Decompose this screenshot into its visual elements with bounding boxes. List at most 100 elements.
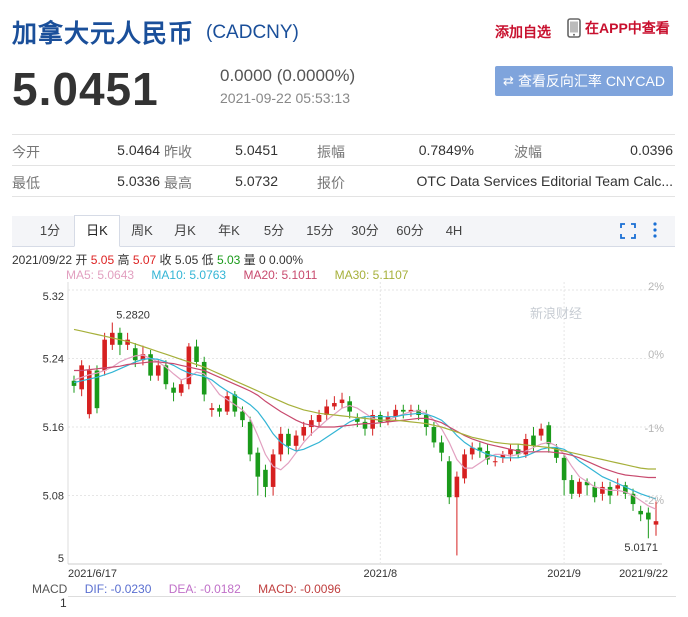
macd-dif: DIF: -0.0230 (84, 582, 152, 596)
app-view-button[interactable]: 在APP中查看 (567, 18, 670, 38)
stat-label-prev-close: 昨收 (164, 144, 192, 160)
macd-dea: DEA: -0.0182 (168, 582, 241, 596)
reverse-rate-label: 查看反向汇率 CNYCAD (517, 73, 665, 89)
candle-body (492, 461, 498, 463)
fullscreen-icon[interactable] (620, 223, 636, 243)
macd-axis-label: 1 (60, 596, 67, 610)
candle-body (171, 387, 176, 393)
max-annotation: 5.2820 (116, 310, 150, 322)
stat-value-range: 0.0396 (630, 142, 673, 158)
swap-icon: ⇄ (503, 73, 514, 88)
add-watchlist-button[interactable]: 添加自选 (495, 22, 551, 42)
candle-body (186, 346, 192, 385)
ohlc-open: 5.05 (90, 253, 115, 267)
stat-value-quote-source: OTC Data Services Editorial Team Calc... (416, 173, 674, 189)
candle-body (316, 415, 322, 422)
tab-yearly[interactable]: 年K (209, 216, 249, 246)
candle-body (301, 427, 307, 436)
tab-1min[interactable]: 1分 (30, 216, 70, 246)
ohlc-vol: 0 0.00% (259, 253, 304, 267)
candle-body (87, 370, 92, 415)
candle-body (439, 442, 444, 453)
tab-30min[interactable]: 30分 (345, 216, 385, 246)
stat-value-prev-close: 5.0451 (235, 142, 278, 158)
candle-body (653, 521, 659, 525)
tab-monthly[interactable]: 月K (165, 216, 205, 246)
candle-body (247, 421, 253, 455)
macd-value: MACD: -0.0096 (258, 582, 341, 596)
candle-body (607, 486, 613, 496)
y-tick-label: 5.16 (43, 422, 64, 434)
ohlc-high-label: 高 (117, 253, 130, 267)
ma10-label: MA10: 5.0763 (151, 268, 227, 282)
candle-body (263, 469, 268, 487)
ma20-label: MA20: 5.1011 (243, 268, 318, 282)
candle-body (538, 428, 544, 436)
candle-body (569, 480, 575, 494)
ohlc-date: 2021/09/22 (12, 253, 73, 267)
candle-body (270, 454, 276, 487)
stat-value-low: 5.0336 (117, 173, 160, 189)
candle-body (194, 346, 199, 362)
candle-body (446, 461, 452, 498)
ohlc-vol-label: 量 (243, 253, 256, 267)
stats-row: 最低 5.0336 最高 5.0732 报价 OTC Data Services… (12, 165, 675, 197)
y-tick-label: 5.24 (43, 354, 64, 366)
ohlc-low-label: 低 (201, 253, 214, 267)
candle-body (431, 427, 437, 443)
candle-body (102, 339, 107, 371)
x-tick-label: 2021/9/22 (619, 568, 668, 580)
ohlc-close-label: 收 (159, 253, 172, 267)
tab-60min[interactable]: 60分 (390, 216, 430, 246)
y-tick-label: 5 (58, 553, 64, 565)
y-tick-label: 5.32 (43, 291, 64, 303)
candle-body (332, 403, 337, 407)
candle-body (592, 486, 598, 498)
stat-label-low: 最低 (12, 175, 40, 191)
candle-body (454, 476, 460, 498)
more-options-icon[interactable] (652, 220, 658, 244)
candle-body (561, 457, 567, 481)
macd-separator (68, 596, 676, 597)
stat-label-quote-source: 报价 (317, 175, 345, 191)
candle-body (240, 411, 245, 421)
pct-tick-label: -2% (644, 495, 664, 507)
tab-5min[interactable]: 5分 (254, 216, 294, 246)
stat-label-range: 波幅 (514, 144, 542, 160)
candle-body (646, 512, 651, 520)
ohlc-info: 2021/09/22 开 5.05 高 5.07 收 5.05 低 5.03 量… (12, 251, 303, 268)
candle-body (132, 348, 138, 361)
candle-body (94, 370, 100, 409)
candle-body (378, 415, 383, 422)
price-change: 0.0000 (0.0000%) (220, 66, 356, 85)
header: 加拿大元人民币 (CADCNY) 添加自选 在APP中查看 (0, 0, 688, 54)
chart-period-tabs: 1分 日K 周K 月K 年K 5分 15分 30分 60分 4H (12, 215, 675, 247)
page-title: 加拿大元人民币 (12, 20, 195, 48)
candlestick-chart[interactable]: 新浪财经 5.32 5.24 5.16 5.08 5 2% 0% -1% -2% 2021/6/1… (0, 282, 688, 582)
tab-daily[interactable]: 日K (74, 215, 120, 247)
tab-weekly[interactable]: 周K (122, 216, 162, 246)
candle-body (546, 425, 552, 445)
candle-body (255, 452, 261, 477)
reverse-rate-button[interactable]: ⇄ 查看反向汇率 CNYCAD (495, 66, 673, 96)
ohlc-low: 5.03 (216, 253, 241, 267)
ohlc-high: 5.07 (132, 253, 157, 267)
stat-value-high: 5.0732 (235, 173, 278, 189)
candle-body (339, 399, 345, 404)
pct-tick-label: -1% (644, 423, 664, 435)
min-annotation: 5.0171 (624, 542, 658, 554)
ma5-label: MA5: 5.0643 (66, 268, 135, 282)
y-tick-label: 5.08 (43, 491, 64, 503)
ma30-label: MA30: 5.1107 (334, 268, 409, 282)
candle-body (615, 485, 621, 489)
stat-value-open: 5.0464 (117, 142, 160, 158)
app-view-label: 在APP中查看 (585, 20, 670, 36)
stat-label-open: 今开 (12, 144, 40, 160)
candle-body (423, 415, 429, 427)
x-tick-label: 2021/6/17 (68, 568, 117, 580)
tab-4h[interactable]: 4H (434, 216, 474, 246)
current-price: 5.0451 (12, 63, 159, 115)
candle-body (638, 510, 643, 515)
x-tick-label: 2021/9 (547, 568, 581, 580)
tab-15min[interactable]: 15分 (300, 216, 340, 246)
